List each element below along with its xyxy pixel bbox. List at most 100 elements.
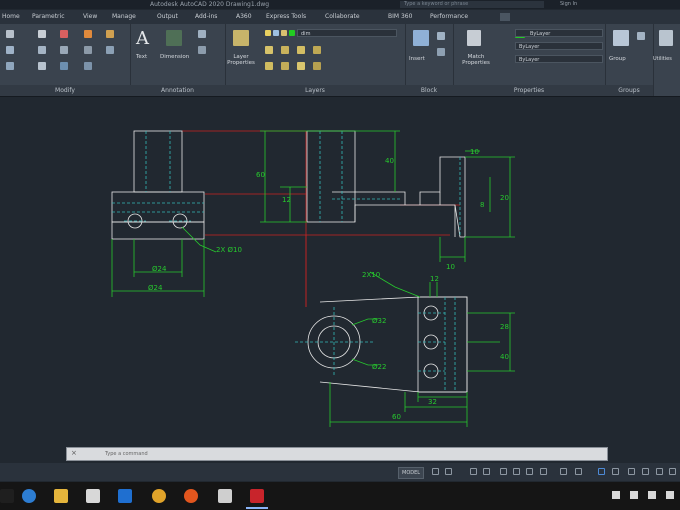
- transparency-icon[interactable]: [540, 468, 547, 475]
- insert-button[interactable]: Insert: [409, 56, 425, 62]
- offset-icon[interactable]: [84, 62, 92, 70]
- grid-icon[interactable]: [432, 468, 439, 475]
- drawing-viewport[interactable]: Ø24 Ø24 2X Ø10 60 12 40 10 8 20 10 2X10 …: [0, 97, 680, 462]
- stretch-icon[interactable]: [6, 62, 14, 70]
- workspace-icon[interactable]: [575, 468, 582, 475]
- layer-on-icon[interactable]: [265, 30, 271, 36]
- edge-icon[interactable]: [22, 489, 36, 503]
- join-icon[interactable]: [106, 46, 114, 54]
- measure-icon[interactable]: [659, 30, 673, 46]
- start-icon[interactable]: [0, 489, 14, 503]
- hardware-acceleration-icon[interactable]: [642, 468, 649, 475]
- array-icon[interactable]: [60, 62, 68, 70]
- lineweight-dropdown[interactable]: ByLayer: [515, 55, 603, 63]
- mail-icon[interactable]: [86, 489, 100, 503]
- linetype-dropdown[interactable]: ByLayer: [515, 42, 603, 50]
- dimension-icon[interactable]: [166, 30, 182, 46]
- model-space-button[interactable]: MODEL: [398, 467, 425, 479]
- chrome-icon[interactable]: [152, 489, 166, 503]
- create-block-icon[interactable]: [437, 32, 445, 40]
- polar-icon[interactable]: [483, 468, 490, 475]
- annotation-panel-title[interactable]: Annotation: [130, 85, 225, 96]
- annotation-monitor-icon[interactable]: [598, 468, 605, 475]
- command-line[interactable]: × Type a command: [66, 447, 608, 461]
- layers-panel-title[interactable]: Layers: [225, 85, 405, 96]
- move-icon[interactable]: [6, 30, 14, 38]
- pencil-icon[interactable]: [106, 30, 114, 38]
- layer-tool-icon[interactable]: [297, 62, 305, 70]
- leader-icon[interactable]: [198, 30, 206, 38]
- tab-home[interactable]: Home: [2, 10, 20, 24]
- search-input[interactable]: Type a keyword or phrase: [400, 1, 544, 8]
- color-dropdown[interactable]: ByLayer: [515, 29, 603, 37]
- annotation-scale-icon[interactable]: [560, 468, 567, 475]
- layer-tool-icon[interactable]: [265, 46, 273, 54]
- layer-tool-icon[interactable]: [313, 62, 321, 70]
- command-input[interactable]: Type a command: [105, 450, 175, 458]
- tab-performance[interactable]: Performance: [430, 10, 468, 24]
- group-button[interactable]: Group: [609, 56, 626, 62]
- battery-icon[interactable]: [648, 491, 656, 499]
- tab-bim360[interactable]: BIM 360: [388, 10, 412, 24]
- layer-properties-icon[interactable]: [233, 30, 249, 46]
- isolate-icon[interactable]: [628, 468, 635, 475]
- osnap-icon[interactable]: [500, 468, 507, 475]
- layer-tool-icon[interactable]: [313, 46, 321, 54]
- tab-express-tools[interactable]: Express Tools: [266, 10, 306, 24]
- units-icon[interactable]: [612, 468, 619, 475]
- ribbon-toggle-icon[interactable]: [500, 13, 510, 21]
- volume-icon[interactable]: [630, 491, 638, 499]
- table-icon[interactable]: [198, 46, 206, 54]
- match-properties-button[interactable]: Match Properties: [457, 54, 495, 66]
- sign-in-link[interactable]: Sign In: [560, 0, 577, 9]
- mirror-icon[interactable]: [38, 46, 46, 54]
- layer-dropdown[interactable]: dim: [297, 29, 397, 37]
- layer-lock-icon[interactable]: [281, 30, 287, 36]
- utilities-button[interactable]: Utilities: [653, 56, 672, 62]
- dimension-button[interactable]: Dimension: [160, 54, 189, 60]
- tab-output[interactable]: Output: [157, 10, 178, 24]
- tab-add-ins[interactable]: Add-ins: [195, 10, 217, 24]
- tab-view[interactable]: View: [83, 10, 97, 24]
- group-icon[interactable]: [613, 30, 629, 46]
- edit-block-icon[interactable]: [437, 48, 445, 56]
- trim-icon[interactable]: [60, 30, 68, 38]
- customization-icon[interactable]: [669, 468, 676, 475]
- ortho-icon[interactable]: [470, 468, 477, 475]
- layer-tool-icon[interactable]: [297, 46, 305, 54]
- match-properties-icon[interactable]: [467, 30, 481, 46]
- tab-parametric[interactable]: Parametric: [32, 10, 65, 24]
- copy-icon[interactable]: [6, 46, 14, 54]
- ungroup-icon[interactable]: [637, 32, 645, 40]
- scale-icon[interactable]: [38, 62, 46, 70]
- insert-block-icon[interactable]: [413, 30, 429, 46]
- close-icon[interactable]: ×: [71, 449, 77, 457]
- text-icon[interactable]: A: [136, 28, 149, 49]
- calculator-icon[interactable]: [218, 489, 232, 503]
- groups-panel-title[interactable]: Groups: [605, 85, 653, 96]
- store-icon[interactable]: [118, 489, 132, 503]
- layer-tool-icon[interactable]: [281, 46, 289, 54]
- layer-freeze-icon[interactable]: [273, 30, 279, 36]
- text-button[interactable]: Text: [136, 54, 147, 60]
- layer-properties-button[interactable]: Layer Properties: [225, 54, 257, 66]
- snap-icon[interactable]: [445, 468, 452, 475]
- drawing-canvas[interactable]: Ø24 Ø24 2X Ø10 60 12 40 10 8 20 10 2X10 …: [0, 97, 680, 462]
- tab-collaborate[interactable]: Collaborate: [325, 10, 360, 24]
- explode-icon[interactable]: [84, 46, 92, 54]
- tab-a360[interactable]: A360: [236, 10, 252, 24]
- erase-icon[interactable]: [84, 30, 92, 38]
- autocad-icon[interactable]: [250, 489, 264, 503]
- lineweight-icon[interactable]: [526, 468, 533, 475]
- modify-panel-title[interactable]: Modify: [0, 85, 130, 96]
- network-icon[interactable]: [612, 491, 620, 499]
- clean-screen-icon[interactable]: [656, 468, 663, 475]
- rotate-icon[interactable]: [38, 30, 46, 38]
- block-panel-title[interactable]: Block: [405, 85, 453, 96]
- layer-tool-icon[interactable]: [281, 62, 289, 70]
- otrack-icon[interactable]: [513, 468, 520, 475]
- properties-panel-title[interactable]: Properties: [453, 85, 605, 96]
- layer-tool-icon[interactable]: [265, 62, 273, 70]
- fillet-icon[interactable]: [60, 46, 68, 54]
- notifications-icon[interactable]: [666, 491, 674, 499]
